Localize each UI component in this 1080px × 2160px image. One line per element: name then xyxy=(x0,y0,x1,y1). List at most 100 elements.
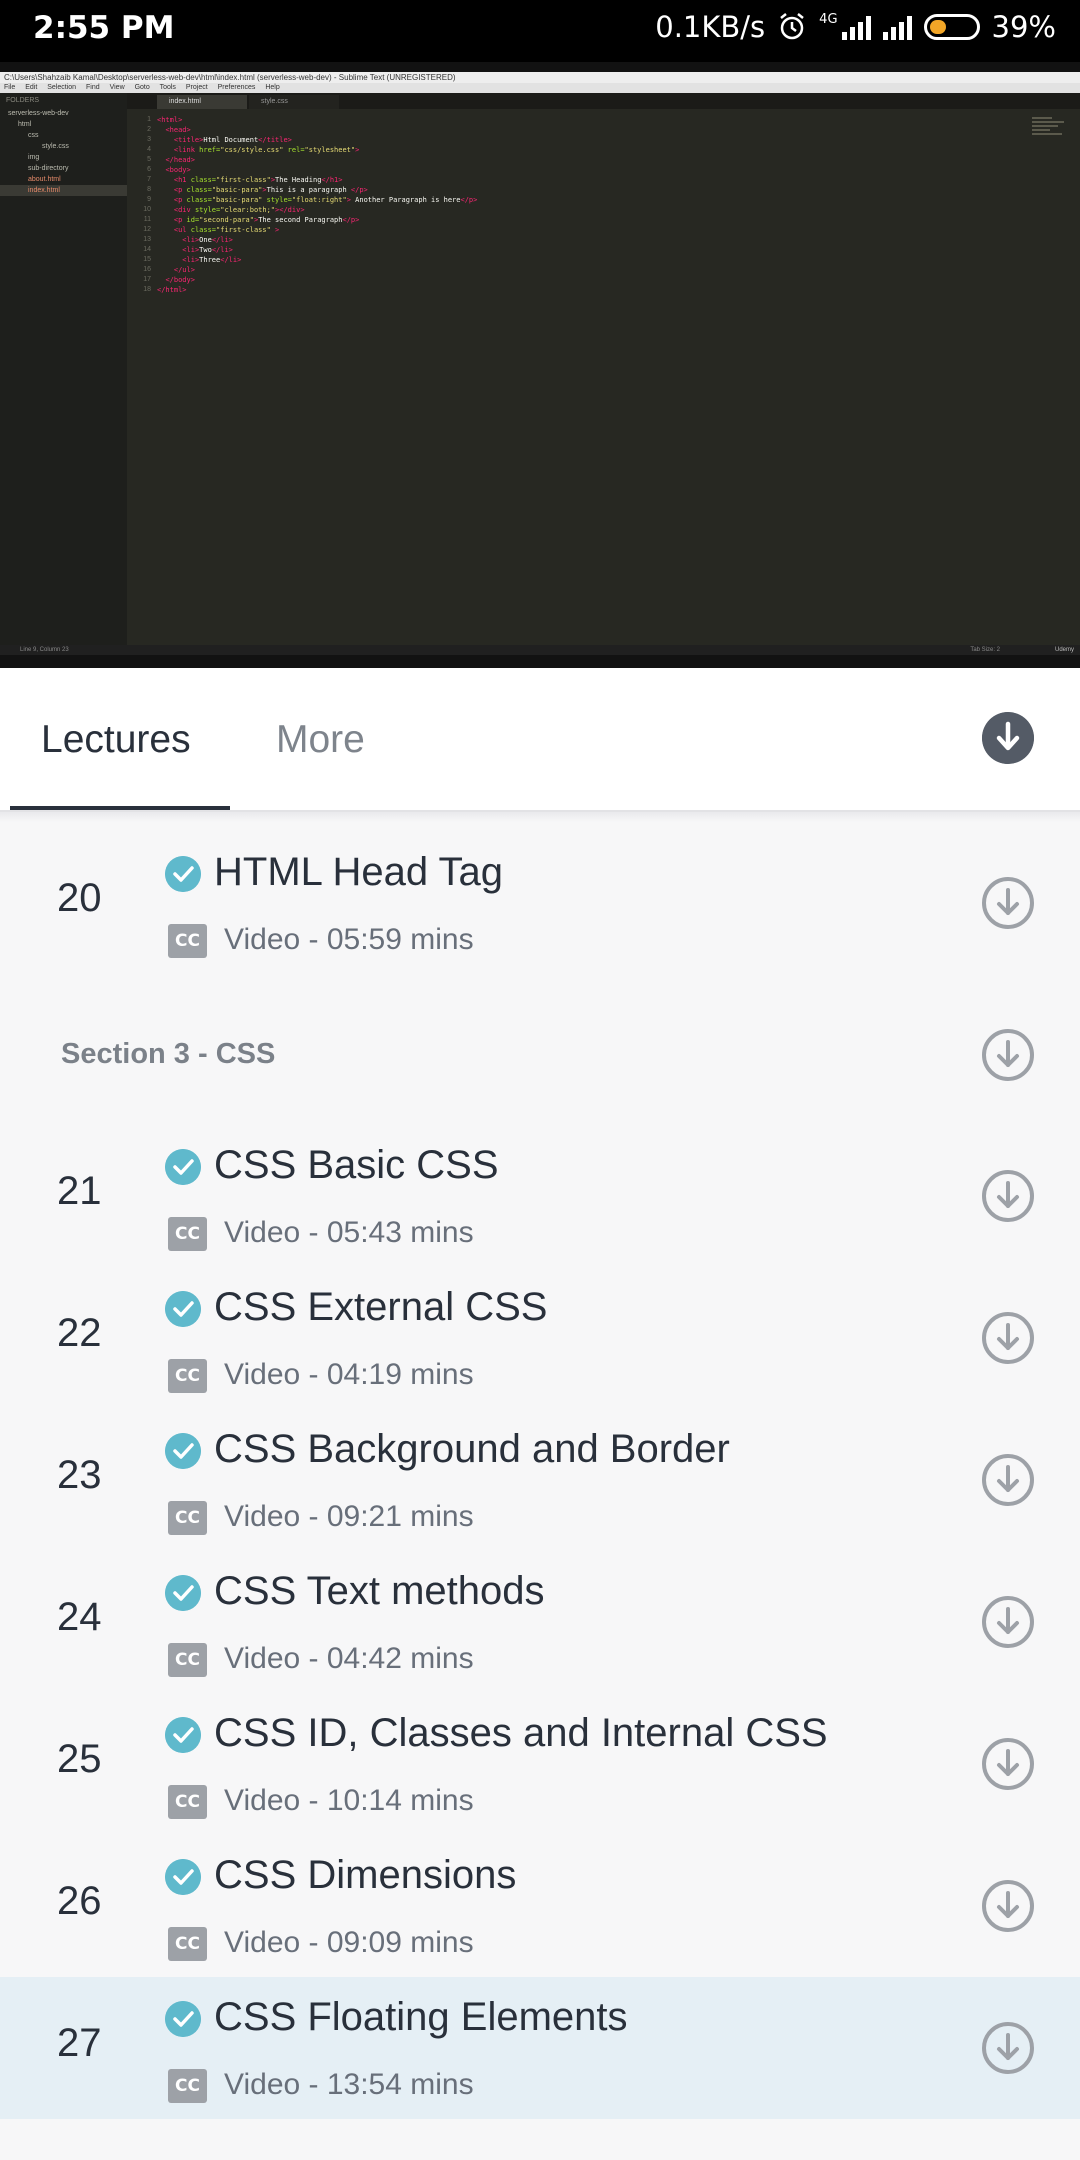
editor-menu-item: File xyxy=(4,84,16,91)
download-icon[interactable] xyxy=(981,1169,1035,1223)
completed-check-icon xyxy=(165,1433,201,1469)
lecture-number: 21 xyxy=(57,1169,102,1213)
lecture-number: 23 xyxy=(57,1453,102,1497)
alarm-icon xyxy=(780,13,804,40)
editor-tab: index.html xyxy=(157,95,247,109)
editor-window-title: C:\Users\Shahzaib Kamal\Desktop\serverle… xyxy=(0,72,1080,83)
completed-check-icon xyxy=(165,2001,201,2037)
status-bar: 2:55 PM 0.1KB/s 4G 39% xyxy=(0,0,1080,62)
lecture-row[interactable]: 23 CSS Background and Border CC Video - … xyxy=(0,1409,1080,1551)
editor-sidebar: FOLDERS serverless-web-dev html css styl… xyxy=(0,93,127,649)
lecture-meta: Video - 05:59 mins xyxy=(224,923,474,956)
tree-item: img xyxy=(28,154,40,161)
completed-check-icon xyxy=(165,1717,201,1753)
lecture-meta: Video - 13:54 mins xyxy=(224,2068,474,2101)
lecture-title: CSS Dimensions xyxy=(214,1853,517,1897)
editor-status-bar: Line 9, Column 23 Tab Size: 2 Udemy xyxy=(0,645,1080,655)
download-icon[interactable] xyxy=(981,1879,1035,1933)
download-icon[interactable] xyxy=(981,876,1035,930)
tree-item: css xyxy=(28,132,39,139)
tree-item: about.html xyxy=(28,176,61,183)
tree-item: html xyxy=(18,121,32,128)
lecture-title: CSS Text methods xyxy=(214,1569,545,1613)
editor-menu-item: Edit xyxy=(25,84,38,91)
completed-check-icon xyxy=(165,856,201,892)
code-text: <html> <head> <title>Html Document</titl… xyxy=(157,116,478,294)
closed-captions-icon: CC xyxy=(168,2069,207,2103)
download-section-icon[interactable] xyxy=(981,1028,1035,1082)
lecture-row[interactable]: 21 CSS Basic CSS CC Video - 05:43 mins xyxy=(0,1125,1080,1267)
list-shadow xyxy=(0,812,1080,822)
tab-lectures[interactable]: Lectures xyxy=(41,718,191,762)
editor-code-area: 1 2 3 4 5 6 7 8 9 10 11 12 13 14 15 16 1… xyxy=(127,109,1080,645)
udemy-watermark: Udemy xyxy=(1054,647,1074,653)
lecture-number: 22 xyxy=(57,1311,102,1355)
battery-icon xyxy=(923,14,980,40)
download-all-icon[interactable] xyxy=(982,712,1034,764)
network-speed: 0.1KB/s xyxy=(655,10,766,44)
closed-captions-icon: CC xyxy=(168,1643,207,1677)
editor-cursor-position: Line 9, Column 23 xyxy=(20,647,69,653)
lecture-meta: Video - 10:14 mins xyxy=(224,1784,474,1817)
lecture-title: CSS External CSS xyxy=(214,1285,548,1329)
lecture-row[interactable]: 26 CSS Dimensions CC Video - 09:09 mins xyxy=(0,1835,1080,1977)
completed-check-icon xyxy=(165,1859,201,1895)
lecture-list: 20 HTML Head Tag CC Video - 05:59 mins S… xyxy=(0,812,1080,2160)
lecture-number: 25 xyxy=(57,1737,102,1781)
tree-item: style.css xyxy=(42,143,69,150)
lecture-meta: Video - 09:21 mins xyxy=(224,1500,474,1533)
editor-menu-item: Preferences xyxy=(217,84,256,91)
active-tab-indicator xyxy=(10,806,230,810)
lecture-meta: Video - 09:09 mins xyxy=(224,1926,474,1959)
lecture-meta: Video - 04:19 mins xyxy=(224,1358,474,1391)
closed-captions-icon: CC xyxy=(168,1501,207,1535)
editor-tab: style.css xyxy=(249,95,339,109)
tree-item: serverless-web-dev xyxy=(8,110,69,117)
battery-percent: 39% xyxy=(991,10,1056,44)
completed-check-icon xyxy=(165,1575,201,1611)
tree-item: index.html xyxy=(0,185,127,196)
download-icon[interactable] xyxy=(981,1311,1035,1365)
editor-minimap xyxy=(1032,117,1072,145)
lecture-row[interactable]: 24 CSS Text methods CC Video - 04:42 min… xyxy=(0,1551,1080,1693)
lecture-row[interactable]: 25 CSS ID, Classes and Internal CSS CC V… xyxy=(0,1693,1080,1835)
lecture-row[interactable]: 22 CSS External CSS CC Video - 04:19 min… xyxy=(0,1267,1080,1409)
lecture-number: 24 xyxy=(57,1595,102,1639)
download-icon[interactable] xyxy=(981,2021,1035,2075)
download-icon[interactable] xyxy=(981,1453,1035,1507)
lecture-title: CSS Floating Elements xyxy=(214,1995,628,2039)
closed-captions-icon: CC xyxy=(168,1217,207,1251)
download-icon[interactable] xyxy=(981,1737,1035,1791)
lecture-number: 26 xyxy=(57,1879,102,1923)
editor-menu-item: Project xyxy=(185,84,208,91)
folders-header: FOLDERS xyxy=(6,97,40,104)
lecture-title: CSS ID, Classes and Internal CSS xyxy=(214,1711,828,1755)
lecture-number: 27 xyxy=(57,2021,102,2065)
video-player[interactable]: C:\Users\Shahzaib Kamal\Desktop\serverle… xyxy=(0,62,1080,668)
tab-bar: Lectures More xyxy=(0,668,1080,812)
lecture-title: CSS Background and Border xyxy=(214,1427,730,1471)
closed-captions-icon: CC xyxy=(168,924,207,958)
editor-menu-item: Find xyxy=(86,84,100,91)
lecture-row[interactable]: 20 HTML Head Tag CC Video - 05:59 mins xyxy=(0,832,1080,974)
download-icon[interactable] xyxy=(981,1595,1035,1649)
editor-tab-size: Tab Size: 2 xyxy=(970,647,1000,653)
lecture-title: CSS Basic CSS xyxy=(214,1143,499,1187)
closed-captions-icon: CC xyxy=(168,1927,207,1961)
editor-menu-item: Goto xyxy=(134,84,150,91)
section-header: Section 3 - CSS xyxy=(0,984,1080,1126)
tab-more[interactable]: More xyxy=(276,718,365,762)
signal-icon xyxy=(882,14,912,40)
editor-menu-bar: File Edit Selection Find View Goto Tools… xyxy=(0,83,1080,93)
tree-item: sub-directory xyxy=(28,165,69,172)
lecture-number: 20 xyxy=(57,876,102,920)
network-type: 4G xyxy=(819,11,838,27)
status-time: 2:55 PM xyxy=(33,10,175,46)
section-title: Section 3 - CSS xyxy=(61,1038,276,1070)
lecture-row-current[interactable]: 27 CSS Floating Elements CC Video - 13:5… xyxy=(0,1977,1080,2119)
editor-menu-item: Selection xyxy=(47,84,77,91)
editor-menu-item: Help xyxy=(265,84,280,91)
lecture-meta: Video - 04:42 mins xyxy=(224,1642,474,1675)
closed-captions-icon: CC xyxy=(168,1359,207,1393)
completed-check-icon xyxy=(165,1291,201,1327)
